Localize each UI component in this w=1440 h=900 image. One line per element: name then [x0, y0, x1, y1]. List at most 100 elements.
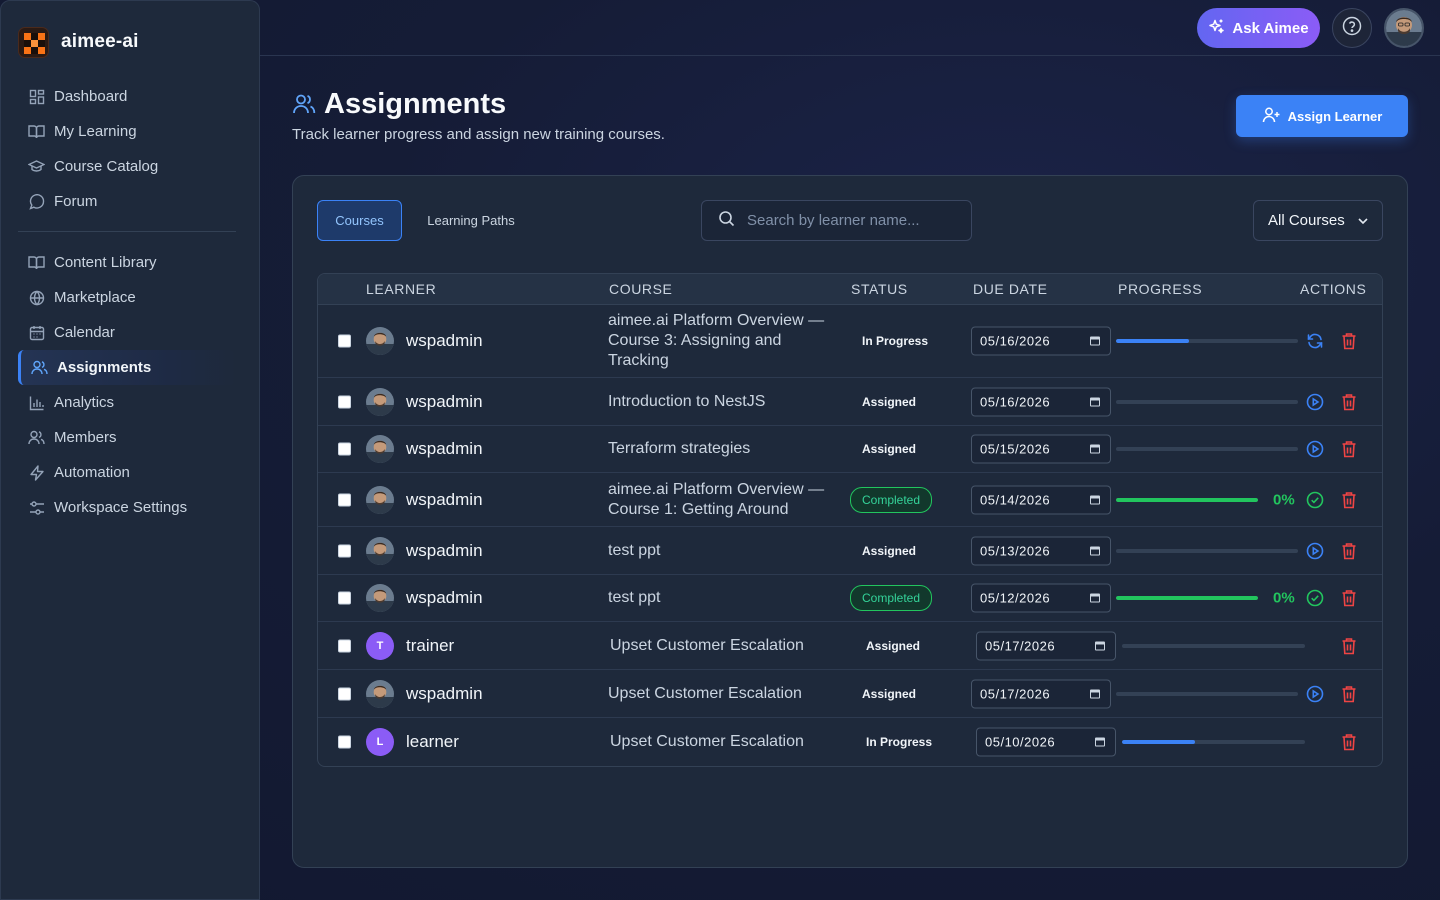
- learner-avatar: [366, 536, 394, 565]
- delete-button[interactable]: [1340, 685, 1358, 703]
- learner-name: learner: [406, 731, 459, 751]
- check-circle-icon: [1306, 589, 1324, 607]
- course-filter-select[interactable]: All Courses: [1253, 200, 1383, 241]
- delete-button[interactable]: [1340, 733, 1358, 751]
- column-header-status[interactable]: STATUS: [851, 281, 908, 297]
- learner-name: wspadmin: [406, 588, 483, 607]
- due-date-input[interactable]: 05/15/2026: [971, 434, 1111, 464]
- delete-button[interactable]: [1340, 440, 1358, 458]
- table-row[interactable]: T trainer Upset Customer Escalation Assi…: [318, 622, 1382, 670]
- assign-learner-button[interactable]: Assign Learner: [1236, 95, 1408, 137]
- due-date-input[interactable]: 05/14/2026: [971, 485, 1111, 514]
- search-input[interactable]: [747, 212, 967, 229]
- trash-icon: [1342, 733, 1356, 750]
- column-header-course[interactable]: COURSE: [609, 281, 673, 297]
- book-open-icon: [28, 123, 45, 140]
- page-subtitle: Track learner progress and assign new tr…: [292, 126, 665, 143]
- row-checkbox[interactable]: [338, 334, 351, 348]
- row-checkbox[interactable]: [338, 735, 351, 748]
- search-box: [701, 200, 972, 241]
- course-name: aimee.ai Platform Overview — Course 1: G…: [608, 480, 825, 518]
- sidebar-item-forum[interactable]: Forum: [18, 184, 236, 219]
- sidebar-item-my-learning[interactable]: My Learning: [18, 114, 236, 149]
- row-checkbox[interactable]: [338, 544, 351, 557]
- globe-icon: [28, 289, 45, 306]
- sidebar-item-calendar[interactable]: Calendar: [18, 315, 236, 350]
- calendar-icon: [1090, 495, 1100, 504]
- due-date-input[interactable]: 05/12/2026: [971, 583, 1111, 613]
- table-row[interactable]: L learner Upset Customer Escalation In P…: [318, 718, 1382, 765]
- delete-button[interactable]: [1340, 637, 1358, 655]
- due-date-input[interactable]: 05/16/2026: [971, 326, 1111, 356]
- progress-bar: [1116, 596, 1258, 600]
- check-circle-icon: [1306, 491, 1324, 508]
- due-date-input[interactable]: 05/17/2026: [976, 631, 1116, 660]
- row-action-button[interactable]: [1306, 589, 1324, 607]
- due-date-input[interactable]: 05/10/2026: [976, 727, 1116, 756]
- sidebar-item-members[interactable]: Members: [18, 420, 236, 455]
- learner-avatar: [366, 435, 394, 463]
- help-button[interactable]: [1332, 8, 1372, 48]
- row-checkbox[interactable]: [338, 591, 351, 605]
- row-action-button[interactable]: [1306, 332, 1324, 350]
- sidebar-item-analytics[interactable]: Analytics: [18, 385, 236, 420]
- row-action-button[interactable]: [1306, 491, 1324, 509]
- sidebar-item-course-catalog[interactable]: Course Catalog: [18, 149, 236, 184]
- brand[interactable]: aimee-ai: [18, 26, 139, 58]
- progress-bar: [1122, 643, 1305, 648]
- due-date-input[interactable]: 05/17/2026: [971, 679, 1111, 708]
- due-date-value: 05/10/2026: [985, 734, 1056, 749]
- table-row[interactable]: wspadmin test ppt Completed 05/12/2026 0…: [318, 575, 1382, 622]
- progress-bar: [1116, 447, 1298, 451]
- row-checkbox[interactable]: [338, 493, 351, 506]
- sidebar-item-assignments[interactable]: Assignments: [18, 350, 236, 385]
- trash-icon: [1342, 333, 1356, 350]
- row-checkbox[interactable]: [338, 639, 351, 652]
- delete-button[interactable]: [1340, 393, 1358, 411]
- column-header-learner[interactable]: LEARNER: [366, 281, 436, 297]
- delete-button[interactable]: [1340, 332, 1358, 350]
- table-row[interactable]: wspadmin aimee.ai Platform Overview — Co…: [318, 305, 1382, 378]
- table-row[interactable]: wspadmin Introduction to NestJS Assigned…: [318, 378, 1382, 426]
- column-header-due-date[interactable]: DUE DATE: [973, 281, 1048, 297]
- row-action-button[interactable]: [1306, 393, 1324, 411]
- row-checkbox[interactable]: [338, 395, 351, 408]
- sidebar-item-workspace-settings[interactable]: Workspace Settings: [18, 490, 236, 525]
- table-row[interactable]: wspadmin test ppt Assigned 05/13/2026: [318, 527, 1382, 575]
- message-circle-icon: [28, 193, 45, 210]
- sidebar-item-automation[interactable]: Automation: [18, 455, 236, 490]
- graduation-cap-icon: [28, 158, 45, 175]
- calendar-icon: [1090, 397, 1100, 406]
- calendar-icon: [28, 324, 45, 341]
- page-title: Assignments: [324, 88, 507, 120]
- delete-button[interactable]: [1340, 542, 1358, 560]
- sidebar-item-marketplace[interactable]: Marketplace: [18, 280, 236, 315]
- row-action-button[interactable]: [1306, 440, 1324, 458]
- due-date-input[interactable]: 05/13/2026: [971, 536, 1111, 565]
- tab-learning-paths[interactable]: Learning Paths: [413, 200, 529, 241]
- learner-name: wspadmin: [406, 331, 483, 350]
- row-action-button[interactable]: [1306, 542, 1324, 560]
- ask-aimee-button[interactable]: Ask Aimee: [1197, 8, 1320, 48]
- ask-aimee-label: Ask Aimee: [1232, 19, 1309, 37]
- column-header-progress[interactable]: PROGRESS: [1118, 281, 1202, 297]
- table-row[interactable]: wspadmin aimee.ai Platform Overview — Co…: [318, 473, 1382, 527]
- row-action-button[interactable]: [1306, 685, 1324, 703]
- due-date-value: 05/16/2026: [980, 333, 1051, 349]
- delete-button[interactable]: [1340, 491, 1358, 509]
- calendar-icon: [1095, 641, 1105, 650]
- row-checkbox[interactable]: [338, 442, 351, 456]
- user-avatar[interactable]: [1384, 8, 1424, 48]
- row-checkbox[interactable]: [338, 687, 351, 700]
- delete-button[interactable]: [1340, 589, 1358, 607]
- table-row[interactable]: wspadmin Upset Customer Escalation Assig…: [318, 670, 1382, 718]
- sidebar-item-content-library[interactable]: Content Library: [18, 245, 236, 280]
- calendar-icon: [1095, 737, 1105, 746]
- play-circle-icon: [1306, 393, 1324, 410]
- table-row[interactable]: wspadmin Terraform strategies Assigned 0…: [318, 426, 1382, 473]
- progress-fill: [1116, 596, 1258, 600]
- sidebar-item-dashboard[interactable]: Dashboard: [18, 79, 236, 114]
- tab-courses[interactable]: Courses: [317, 200, 402, 241]
- due-date-value: 05/17/2026: [985, 638, 1056, 653]
- due-date-input[interactable]: 05/16/2026: [971, 387, 1111, 416]
